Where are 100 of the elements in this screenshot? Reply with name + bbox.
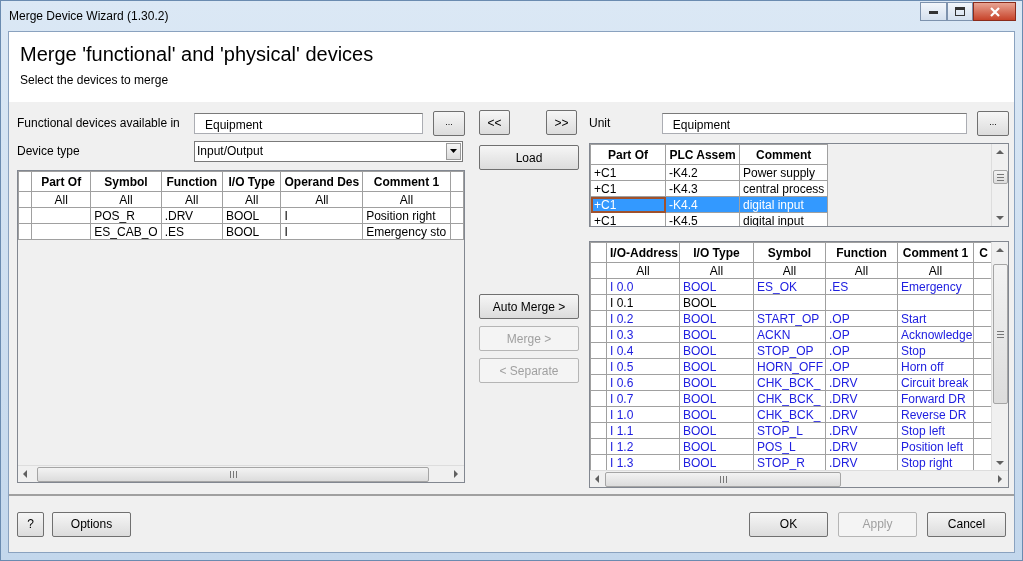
filter-cell[interactable]: All: [825, 262, 898, 279]
table-cell: I 0.5: [606, 358, 680, 375]
table-cell: Emergency sto: [362, 223, 451, 240]
table-cell: STOP_L: [753, 422, 826, 439]
scroll-left-icon: [595, 475, 599, 483]
scrollbar-thumb[interactable]: [992, 170, 1008, 184]
table-cell: BOOL: [679, 326, 754, 343]
table-cell: BOOL: [222, 223, 281, 240]
table-cell: Position right: [362, 207, 451, 224]
device-type-dropdown[interactable]: Input/Output: [194, 140, 463, 162]
table-cell: .DRV: [825, 438, 898, 455]
table-cell: Stop: [897, 342, 974, 359]
dialog-button[interactable]: OK: [749, 511, 828, 537]
merge-button[interactable]: Auto Merge >: [479, 294, 579, 319]
table-cell: .OP: [825, 342, 898, 359]
table-cell: I 0.6: [606, 374, 680, 391]
scroll-down-icon: [996, 461, 1004, 465]
minimize-button[interactable]: [920, 2, 947, 21]
dropdown-caret-icon: [450, 149, 457, 153]
table-cell: I 1.0: [606, 406, 680, 423]
scroll-left-icon: [23, 470, 27, 478]
table-cell: I 0.4: [606, 342, 680, 359]
column-header[interactable]: I/O Type: [222, 171, 281, 192]
column-header[interactable]: Part Of: [590, 144, 666, 165]
table-cell: Power supply: [739, 164, 828, 181]
filter-cell[interactable]: All: [606, 262, 680, 279]
filter-cell[interactable]: All: [897, 262, 974, 279]
table-cell: POS_R: [90, 207, 162, 224]
scrollbar-thumb[interactable]: [992, 264, 1008, 404]
scrollbar-thumb[interactable]: [37, 466, 429, 482]
table-cell: BOOL: [679, 310, 754, 327]
table-cell: BOOL: [679, 358, 754, 375]
table-cell: Circuit break: [897, 374, 974, 391]
table-cell: HORN_OFF: [753, 358, 826, 375]
table-cell: Emergency: [897, 278, 974, 295]
filter-cell[interactable]: All: [281, 191, 363, 208]
table-cell: Start: [897, 310, 974, 327]
table-cell: .DRV: [161, 207, 223, 224]
table-cell: -K4.2: [665, 164, 740, 181]
column-header[interactable]: Function: [825, 242, 898, 263]
filter-cell[interactable]: All: [31, 191, 91, 208]
table-cell: .ES: [161, 223, 223, 240]
column-header[interactable]: I/O-Address: [606, 242, 680, 263]
filter-cell[interactable]: All: [362, 191, 451, 208]
table-cell: BOOL: [222, 207, 281, 224]
table-cell: Position left: [897, 438, 974, 455]
table-cell: I 1.2: [606, 438, 680, 455]
column-header[interactable]: Comment 1: [897, 242, 974, 263]
column-header[interactable]: Function: [161, 171, 223, 192]
column-header[interactable]: Part Of: [31, 171, 91, 192]
table-cell: I: [281, 223, 363, 240]
filter-cell[interactable]: All: [679, 262, 754, 279]
filter-cell[interactable]: All: [90, 191, 162, 208]
close-icon: [989, 6, 1000, 17]
source-field[interactable]: Equipment: [194, 112, 423, 134]
table-cell: ES_OK: [753, 278, 826, 295]
table-cell: I 0.2: [606, 310, 680, 327]
nav-button[interactable]: <<: [479, 110, 510, 135]
table-cell: .ES: [825, 278, 898, 295]
grip-icon: [996, 173, 1004, 181]
footer-button[interactable]: Options: [52, 511, 131, 537]
table-cell: .OP: [825, 326, 898, 343]
column-header[interactable]: PLC Assem: [665, 144, 740, 165]
footer-button[interactable]: ?: [17, 511, 44, 537]
load-button[interactable]: Load: [479, 145, 579, 170]
table-cell: Forward DR: [897, 390, 974, 407]
filter-cell[interactable]: All: [222, 191, 281, 208]
grip-icon: [996, 330, 1004, 338]
scroll-up-icon: [996, 248, 1004, 252]
table-cell: .DRV: [825, 390, 898, 407]
table-cell: CHK_BCK_: [753, 390, 826, 407]
window-title: Merge Device Wizard (1.30.2): [9, 8, 169, 25]
column-header[interactable]: Symbol: [90, 171, 162, 192]
dialog-button[interactable]: Cancel: [927, 511, 1006, 537]
scrollbar-thumb[interactable]: [605, 471, 841, 487]
grip-icon: [229, 470, 237, 478]
maximize-button[interactable]: [947, 2, 973, 21]
column-header[interactable]: Comment: [739, 144, 828, 165]
column-header[interactable]: Operand Des: [281, 171, 363, 192]
column-header[interactable]: I/O Type: [679, 242, 754, 263]
table-cell: CHK_BCK_: [753, 406, 826, 423]
nav-button[interactable]: >>: [546, 110, 577, 135]
browse-button[interactable]: ...: [977, 110, 1009, 136]
filter-cell[interactable]: All: [753, 262, 826, 279]
table-cell: I 1.1: [606, 422, 680, 439]
unit-field[interactable]: Equipment: [661, 112, 968, 134]
close-button[interactable]: [973, 2, 1016, 21]
browse-button[interactable]: ...: [433, 110, 465, 136]
page-subtitle: Select the devices to merge: [20, 72, 170, 89]
scroll-down-icon: [996, 216, 1004, 220]
table-cell: ACKN: [753, 326, 826, 343]
table-cell: central process: [739, 180, 828, 197]
column-header[interactable]: Comment 1: [362, 171, 451, 192]
table-cell: POS_L: [753, 438, 826, 455]
table-cell: Stop left: [897, 422, 974, 439]
table-cell: STOP_OP: [753, 342, 826, 359]
filter-cell[interactable]: All: [161, 191, 223, 208]
column-header[interactable]: Symbol: [753, 242, 826, 263]
field-label: Unit: [589, 115, 612, 132]
table-cell: I 0.1: [606, 294, 680, 311]
